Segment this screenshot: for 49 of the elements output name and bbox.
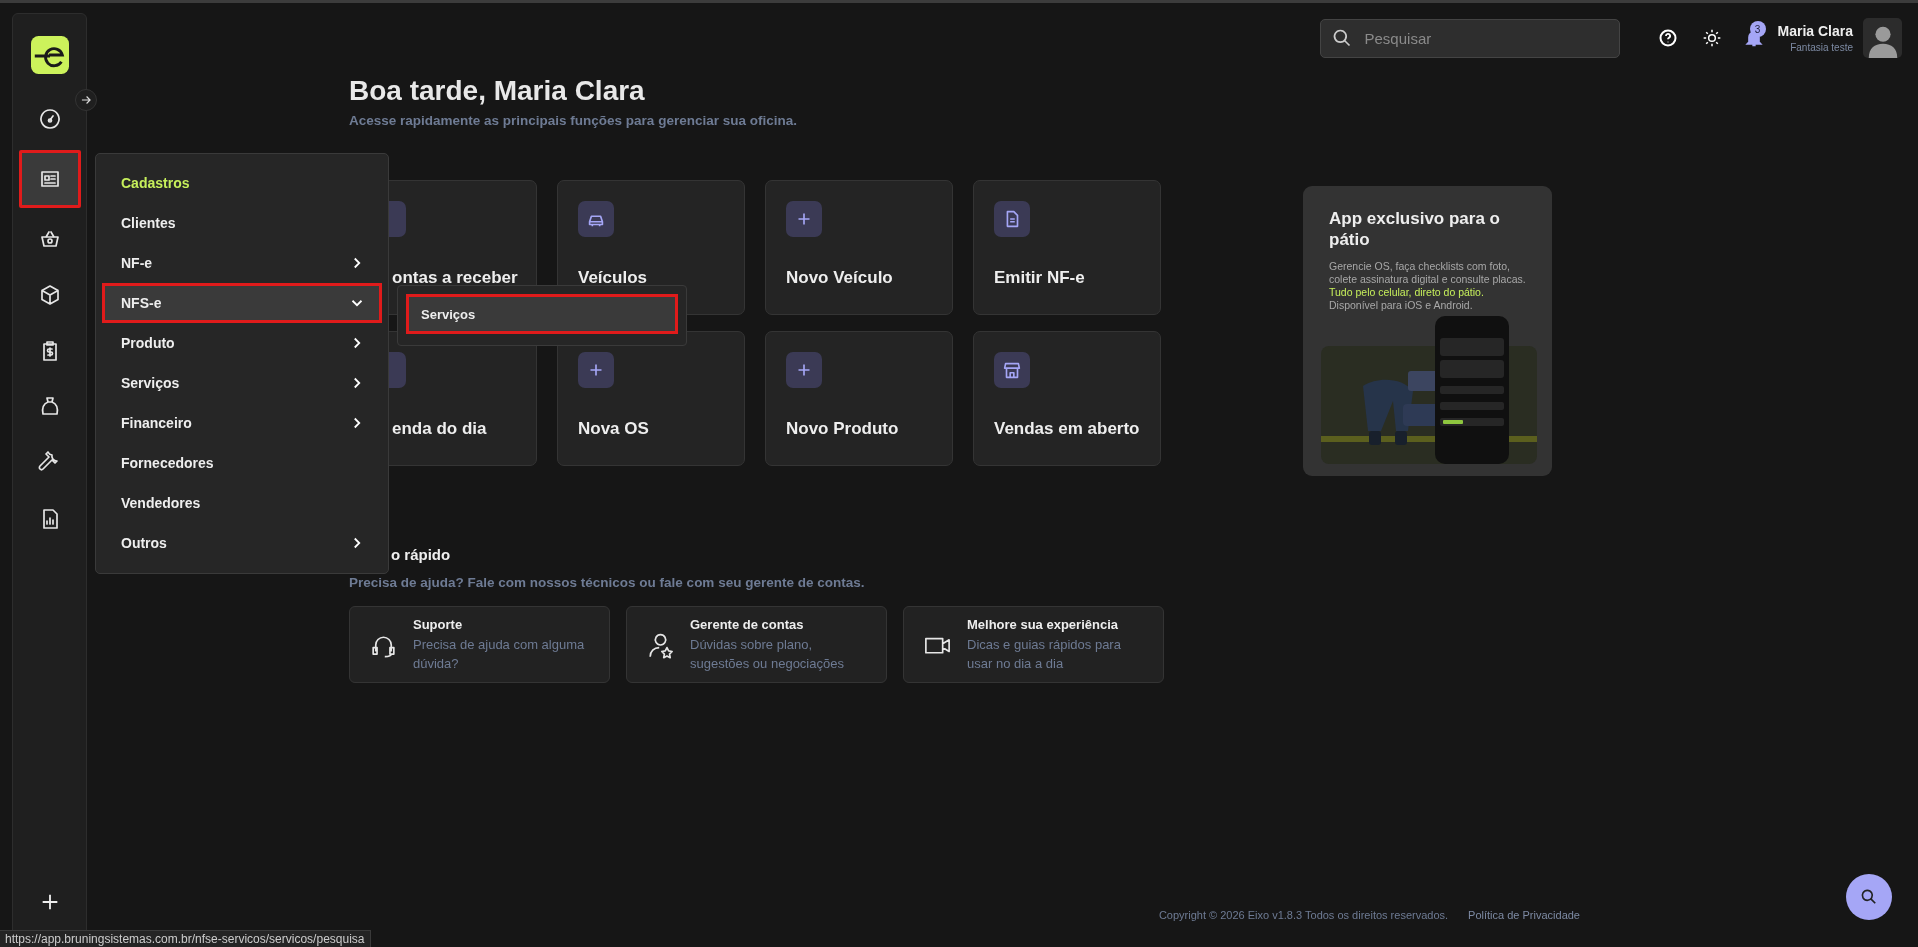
shortcut-card[interactable]: Novo Produto <box>765 331 953 466</box>
shortcut-title: enda do dia <box>391 419 488 439</box>
shortcut-card[interactable]: Vendas em aberto <box>973 331 1161 466</box>
help-subtitle: Precisa de ajuda? Fale com nossos técnicos ou fale com seu gerente de contas. <box>349 575 866 590</box>
promo-text: Gerencie OS, faça checklists com foto, colete assinatura digital e consulte placas. Tudo pelo celular, direto do pátio. Disponível para iOS e Android. <box>1329 260 1526 312</box>
promo-title: App exclusivo para o pátio <box>1329 208 1501 250</box>
expand-button[interactable] <box>75 89 97 111</box>
shortcut-card[interactable]: Nova OS <box>557 331 745 466</box>
theme-icon[interactable] <box>1701 28 1722 48</box>
search-field[interactable]: Pesquisar <box>1319 18 1620 58</box>
menu-item[interactable]: Vendedores <box>102 483 382 523</box>
shortcut-title: Nova OS <box>578 419 650 439</box>
gauge-icon <box>37 107 62 131</box>
sidebar-item[interactable] <box>18 150 81 208</box>
help-card-title: Melhore sua experiência <box>967 616 1119 632</box>
help-card[interactable]: Melhore sua experiência Dicas e guias rápidos para usar no dia a dia <box>903 606 1164 683</box>
privacy-link[interactable]: Política de Privacidade <box>1468 909 1580 921</box>
user-name: Maria Clara <box>1777 23 1853 39</box>
menu-item[interactable]: NFS-e <box>102 283 382 323</box>
shortcut-title: Vendas em aberto <box>994 419 1140 439</box>
submenu-item[interactable]: Serviços <box>406 294 678 334</box>
avatar[interactable] <box>1863 18 1902 58</box>
menu-item[interactable]: Outros <box>102 523 382 563</box>
help-card-title: Suporte <box>413 616 464 632</box>
logo-icon <box>30 36 69 74</box>
help-card[interactable]: Gerente de contas Dúvidas sobre plano, sugestões ou negociações <box>626 606 887 683</box>
shortcut-title: ontas a receber <box>391 268 519 288</box>
status-bar-url: https://app.bruningsistemas.com.br/nfse-servicos/servicos/pesquisa <box>0 930 371 947</box>
shortcut-card[interactable]: Novo Veículo <box>765 180 953 315</box>
shortcut-title: Veículos <box>578 268 648 288</box>
help-icon[interactable] <box>1657 28 1678 48</box>
search-button[interactable] <box>1846 874 1892 920</box>
search-icon <box>1331 27 1352 48</box>
notification-badge: 3 <box>1749 21 1766 37</box>
greeting-subtitle: Acesse rapidamente as principais funções para gerenciar sua oficina. <box>349 113 798 128</box>
help-card-text: Dicas e guias rápidos para usar no dia a dia <box>967 635 1122 673</box>
help-card-title: Gerente de contas <box>690 616 805 632</box>
greeting-title: Boa tarde, Maria Clara <box>349 74 646 108</box>
shortcut-title: Novo Produto <box>786 419 900 439</box>
shortcut-title: Emitir NF-e <box>994 268 1086 288</box>
search-icon <box>1859 887 1879 907</box>
help-card[interactable]: Suporte Precisa de ajuda com alguma dúvida? <box>349 606 610 683</box>
copyright-text: Copyright © 2026 Eixo v1.8.3 Todos os direitos reservados. <box>1158 909 1449 921</box>
company-name: Fantasia teste <box>1790 42 1853 53</box>
shortcut-card[interactable]: Emitir NF-e <box>973 180 1161 315</box>
help-card-text: Precisa de ajuda com alguma dúvida? <box>413 635 586 673</box>
help-card-text: Dúvidas sobre plano, sugestões ou negociações <box>690 635 845 673</box>
shortcut-title: Novo Veículo <box>786 268 894 288</box>
help-title: o rápido <box>391 546 451 563</box>
